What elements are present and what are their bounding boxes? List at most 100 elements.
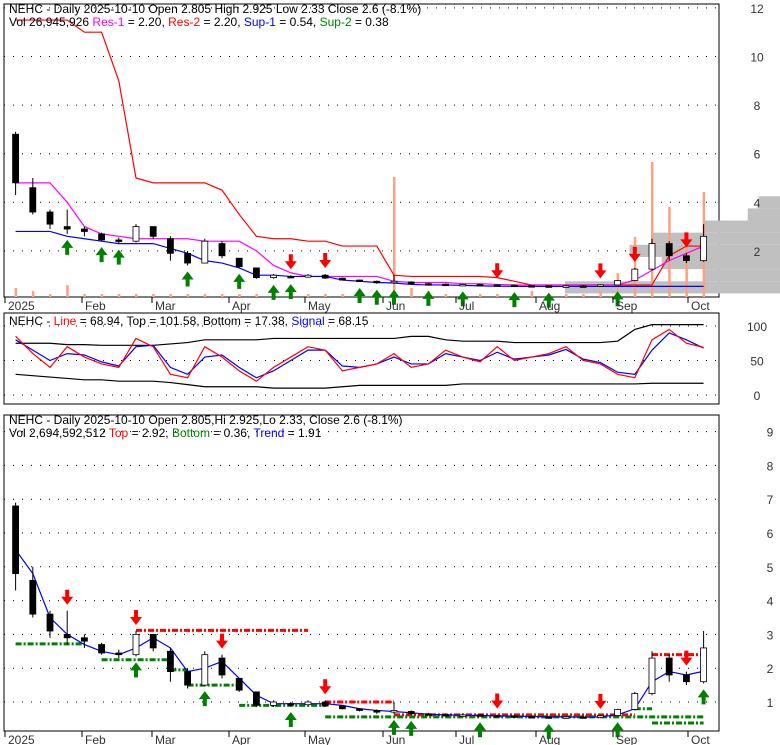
- volume-bar: [582, 294, 585, 297]
- candle: [597, 284, 604, 287]
- volume-bar: [530, 291, 534, 297]
- stoch-bottom-line: [15, 373, 704, 389]
- panel2-prefix: NEHC -: [9, 314, 54, 328]
- x-tick-label: Oct: [691, 733, 710, 745]
- y-tick-label: 8: [767, 459, 774, 473]
- line-label: Line: [54, 314, 77, 328]
- volume-bar: [255, 294, 258, 297]
- candle: [510, 284, 518, 288]
- trend-label: Trend: [253, 426, 284, 440]
- x-tick-label: May: [308, 733, 331, 745]
- volume-bar: [496, 294, 499, 297]
- trend-candle: [648, 657, 656, 694]
- volume-bar: [117, 294, 121, 297]
- panel3-up-arrow-icon: [697, 689, 710, 705]
- trend-candle: [545, 716, 553, 719]
- panel1-down-arrow-icon: [284, 254, 297, 270]
- x-tick-label: Aug: [539, 299, 560, 313]
- trend-candle: [510, 715, 518, 718]
- candle: [390, 280, 398, 284]
- candle: [442, 283, 450, 287]
- trend-candle: [665, 657, 673, 676]
- y-tick-label: 4: [767, 595, 774, 609]
- volume-bar: [66, 285, 69, 297]
- signal-value: = 68.15: [325, 314, 369, 328]
- candle: [407, 281, 415, 285]
- candle: [235, 257, 243, 268]
- trend-candle: [63, 634, 71, 639]
- y-tick-label: 5: [767, 561, 774, 575]
- candle: [149, 226, 157, 237]
- candle: [683, 255, 690, 262]
- line-value: = 68.94, Top = 101.58, Bottom = 17.38,: [76, 314, 291, 328]
- panel3-up-arrow-icon: [130, 662, 142, 678]
- trend-candle: [132, 634, 140, 656]
- volume-bar: [221, 294, 224, 297]
- candle: [373, 280, 381, 284]
- candle: [321, 274, 329, 279]
- candle: [356, 279, 364, 282]
- candle: [201, 240, 209, 264]
- volume-bar: [324, 294, 327, 297]
- trend-candle: [321, 701, 329, 707]
- trend-candle: [597, 715, 604, 718]
- volume-bar: [651, 162, 654, 297]
- candle: [562, 285, 570, 288]
- panel3-up-arrow-icon: [405, 720, 418, 736]
- volume-profile-bar: [704, 220, 780, 233]
- panel3-up-arrow-icon: [198, 691, 211, 707]
- trend-candle: [46, 613, 54, 632]
- volume-label: Vol 2,694,592,512: [9, 426, 109, 440]
- x-tick-label: Jul: [459, 299, 474, 313]
- res1-value: = 2.20,: [124, 15, 168, 29]
- trend-panel-frame: [3, 414, 720, 732]
- candle: [493, 284, 501, 287]
- trend-candle: [579, 716, 587, 719]
- sup1-value: = 0.54,: [276, 15, 320, 29]
- sup2-value: = 0.38: [352, 15, 389, 29]
- panel3-up-arrow-icon: [474, 722, 486, 738]
- trend-candle: [81, 637, 88, 642]
- panel1-up-arrow-icon: [233, 273, 246, 289]
- panel3-up-arrow-icon: [284, 712, 297, 728]
- trend-candle: [700, 647, 707, 683]
- panel1-down-arrow-icon: [594, 263, 607, 279]
- volume-bar: [135, 294, 138, 297]
- x-tick-label: Oct: [691, 299, 710, 313]
- y-tick-label: 0: [754, 389, 761, 403]
- panel3-down-arrow-icon: [594, 693, 607, 709]
- trend-candle: [338, 705, 346, 710]
- trend-candle: [235, 677, 243, 691]
- x-tick-label: Mar: [155, 299, 176, 313]
- volume-bar: [31, 291, 35, 297]
- trend-candle: [390, 710, 398, 713]
- candle: [459, 284, 467, 287]
- y-tick-label: 2: [754, 245, 761, 259]
- panel3-down-arrow-icon: [130, 610, 142, 626]
- candle: [166, 238, 174, 254]
- trend-candle: [218, 657, 226, 676]
- y-tick-label: 6: [767, 527, 774, 541]
- candle: [304, 274, 312, 278]
- x-tick-label: Jun: [386, 733, 405, 745]
- trend-candle: [201, 654, 209, 686]
- candle: [252, 267, 260, 279]
- bottom-value: = 0.36,: [210, 426, 253, 440]
- panel1-up-arrow-icon: [370, 289, 383, 305]
- volume-bar: [565, 294, 568, 297]
- trend-candle: [373, 710, 381, 713]
- trend-candle: [287, 703, 295, 706]
- candle: [424, 283, 432, 286]
- stoch-line: [15, 328, 704, 382]
- panel3-down-arrow-icon: [680, 650, 693, 666]
- res2-label: Res-2: [168, 15, 200, 29]
- panel2-legend: NEHC - Line = 68.94, Top = 101.58, Botto…: [9, 314, 369, 328]
- panel1-up-arrow-icon: [61, 239, 74, 255]
- trend-candle: [356, 708, 364, 711]
- panel1-title: NEHC - Daily 2025-10-10 Open 2.805 High …: [9, 2, 421, 16]
- panel3-down-arrow-icon: [61, 589, 74, 605]
- candle: [81, 228, 88, 232]
- y-tick-label: 1: [767, 696, 774, 710]
- volume-label: Vol 26,945,926: [9, 15, 89, 29]
- x-tick-label: Jun: [386, 299, 405, 313]
